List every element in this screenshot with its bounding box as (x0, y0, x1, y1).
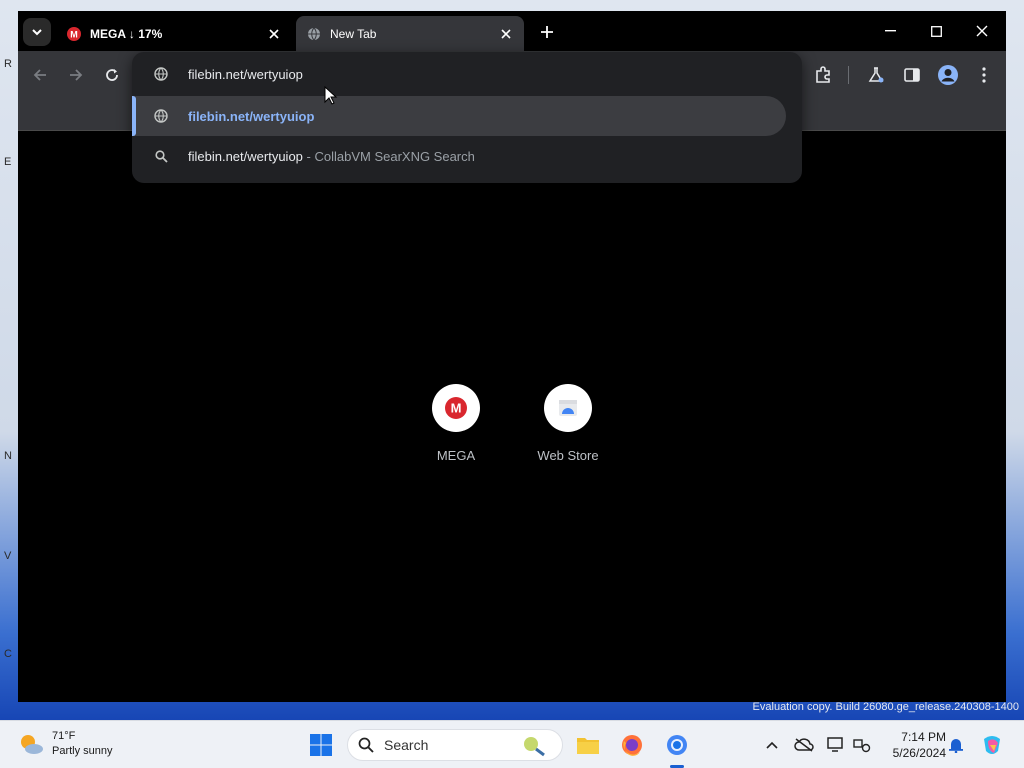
globe-icon (306, 26, 322, 42)
globe-icon (152, 65, 170, 83)
svg-text:M: M (70, 29, 78, 39)
address-input[interactable]: filebin.net/wertyuiop (188, 67, 303, 82)
reload-icon (106, 69, 118, 81)
clock[interactable]: 7:14 PM 5/26/2024 (880, 729, 946, 761)
tab-title: MEGA ↓ 17% (90, 26, 163, 41)
desktop-icon[interactable]: R (4, 58, 18, 72)
file-explorer-button[interactable] (572, 729, 604, 761)
menu-button[interactable] (972, 63, 996, 87)
flask-icon (868, 67, 884, 83)
omnibox-dropdown: filebin.net/wertyuiop filebin.net/wertyu… (132, 52, 802, 183)
profile-button[interactable] (936, 63, 960, 87)
bell-icon (949, 739, 963, 753)
firefox-icon (622, 735, 642, 756)
windows-logo-icon (310, 734, 332, 756)
omnibox-suggestion[interactable]: filebin.net/wertyuiop (132, 96, 786, 136)
network-button[interactable] (852, 735, 872, 755)
close-window-button[interactable] (962, 17, 1002, 45)
shortcut-label: MEGA (436, 448, 476, 463)
mega-icon: M (432, 384, 480, 432)
desktop-icon[interactable]: V (4, 550, 18, 564)
copilot-icon (984, 736, 1000, 754)
evaluation-watermark: Evaluation copy. Build 26080.ge_release.… (752, 701, 1019, 713)
extensions-button[interactable] (811, 63, 835, 87)
close-tab-icon[interactable] (266, 26, 282, 42)
desktop-icon[interactable]: N (4, 450, 18, 464)
reload-button[interactable] (100, 63, 124, 87)
weather-desc: Partly sunny (52, 745, 113, 757)
close-tab-icon[interactable] (498, 26, 514, 42)
tab-mega[interactable]: M MEGA ↓ 17% (56, 16, 292, 51)
suggestion-source: - CollabVM SearXNG Search (306, 148, 475, 164)
puzzle-icon (816, 66, 830, 83)
suggestion-text: filebin.net/wertyuiop (188, 108, 315, 124)
taskbar: 71°F Partly sunny Search 7:14 PM 5/26/20… (0, 720, 1024, 768)
kebab-menu-icon (982, 67, 986, 83)
side-panel-button[interactable] (900, 63, 924, 87)
close-icon (976, 25, 988, 37)
minimize-button[interactable] (870, 17, 910, 45)
partly-sunny-icon (21, 735, 43, 754)
minimize-icon (884, 30, 896, 32)
maximize-icon (930, 25, 942, 37)
clock-date: 5/26/2024 (892, 746, 946, 760)
search-label: Search (384, 737, 429, 753)
toolbar-divider (848, 66, 849, 84)
copilot-button[interactable] (980, 733, 1004, 757)
suggestion-text: filebin.net/wertyuiop - CollabVM SearXNG… (188, 149, 475, 164)
desktop-icon[interactable]: C (4, 648, 18, 662)
side-panel-icon (904, 68, 920, 82)
shortcut-mega[interactable]: M MEGA (411, 384, 501, 463)
web-store-icon (544, 384, 592, 432)
taskbar-search[interactable]: Search (347, 729, 563, 761)
mouse-cursor-icon (324, 86, 338, 105)
omnibox-suggestion[interactable]: filebin.net/wertyuiop - CollabVM SearXNG… (132, 136, 802, 176)
labs-button[interactable] (864, 63, 888, 87)
start-button[interactable] (305, 729, 337, 761)
mega-icon: M (66, 26, 82, 42)
shortcut-web-store[interactable]: Web Store (523, 384, 613, 463)
suggestion-query: filebin.net/wertyuiop (188, 148, 303, 164)
chrome-icon (667, 735, 687, 755)
onedrive-button[interactable] (794, 735, 814, 755)
tab-search-button[interactable] (23, 18, 51, 46)
monitor-icon (827, 737, 843, 752)
network-icon (853, 739, 871, 753)
globe-icon (152, 107, 170, 125)
tab-title: New Tab (330, 26, 377, 41)
plus-icon (541, 26, 553, 38)
notifications-button[interactable] (946, 735, 966, 755)
chevron-down-icon (32, 29, 42, 36)
maximize-button[interactable] (916, 17, 956, 45)
avatar-icon (938, 65, 958, 85)
clock-time: 7:14 PM (901, 730, 946, 744)
desktop-icon[interactable]: E (4, 156, 18, 170)
search-icon (358, 737, 374, 753)
chrome-button[interactable] (661, 729, 693, 761)
folder-icon (577, 738, 599, 754)
arrow-left-icon (33, 69, 46, 81)
show-hidden-icons-button[interactable] (762, 735, 782, 755)
forward-button[interactable] (64, 63, 88, 87)
svg-text:M: M (451, 401, 462, 416)
tab-new-tab[interactable]: New Tab (296, 16, 524, 51)
arrow-right-icon (70, 69, 83, 81)
display-button[interactable] (826, 735, 846, 755)
cloud-off-icon (794, 738, 814, 752)
weather-widget[interactable]: 71°F Partly sunny (18, 729, 113, 759)
back-button[interactable] (28, 63, 52, 87)
search-icon (152, 147, 170, 165)
new-tab-button[interactable] (536, 21, 558, 43)
search-highlight-icon (524, 737, 545, 757)
chevron-up-icon (766, 741, 778, 749)
tab-strip: M MEGA ↓ 17% New Tab (18, 11, 1006, 51)
firefox-button[interactable] (616, 729, 648, 761)
shortcut-label: Web Store (537, 448, 599, 463)
weather-temp: 71°F (52, 730, 76, 742)
address-bar[interactable]: filebin.net/wertyuiop (132, 54, 802, 94)
